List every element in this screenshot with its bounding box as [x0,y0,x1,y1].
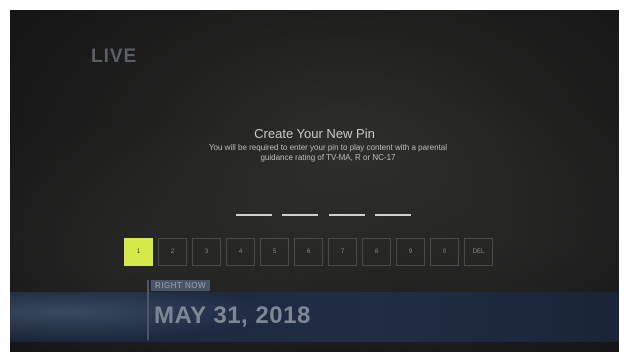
key-5[interactable]: 5 [260,238,289,266]
tv-screen: LIVE Create Your New Pin You will be req… [10,10,619,352]
pin-slot [282,214,318,216]
key-0[interactable]: 0 [430,238,459,266]
subtitle-line-1: You will be required to enter your pin t… [208,143,448,152]
key-3[interactable]: 3 [192,238,221,266]
pin-entry [236,214,411,217]
key-6[interactable]: 6 [294,238,323,266]
right-now-badge: RIGHT NOW [151,280,211,291]
live-logo: LIVE [91,46,138,67]
dialog-title: Create Your New Pin [254,126,375,141]
key-9[interactable]: 9 [396,238,425,266]
subtitle-line-2: guidance rating of TV-MA, R or NC-17 [260,153,396,162]
key-delete[interactable]: DEL [464,238,493,266]
key-4[interactable]: 4 [226,238,255,266]
dialog-subtitle: You will be required to enter your pin t… [143,143,513,163]
key-2[interactable]: 2 [158,238,187,266]
date-label: MAY 31, 2018 [154,302,311,329]
key-7[interactable]: 7 [328,238,357,266]
key-1[interactable]: 1 [124,238,153,266]
pin-slot [375,214,411,216]
now-marker [147,280,149,340]
key-8[interactable]: 8 [362,238,391,266]
pin-slot [329,214,365,216]
pin-slot [236,214,272,216]
